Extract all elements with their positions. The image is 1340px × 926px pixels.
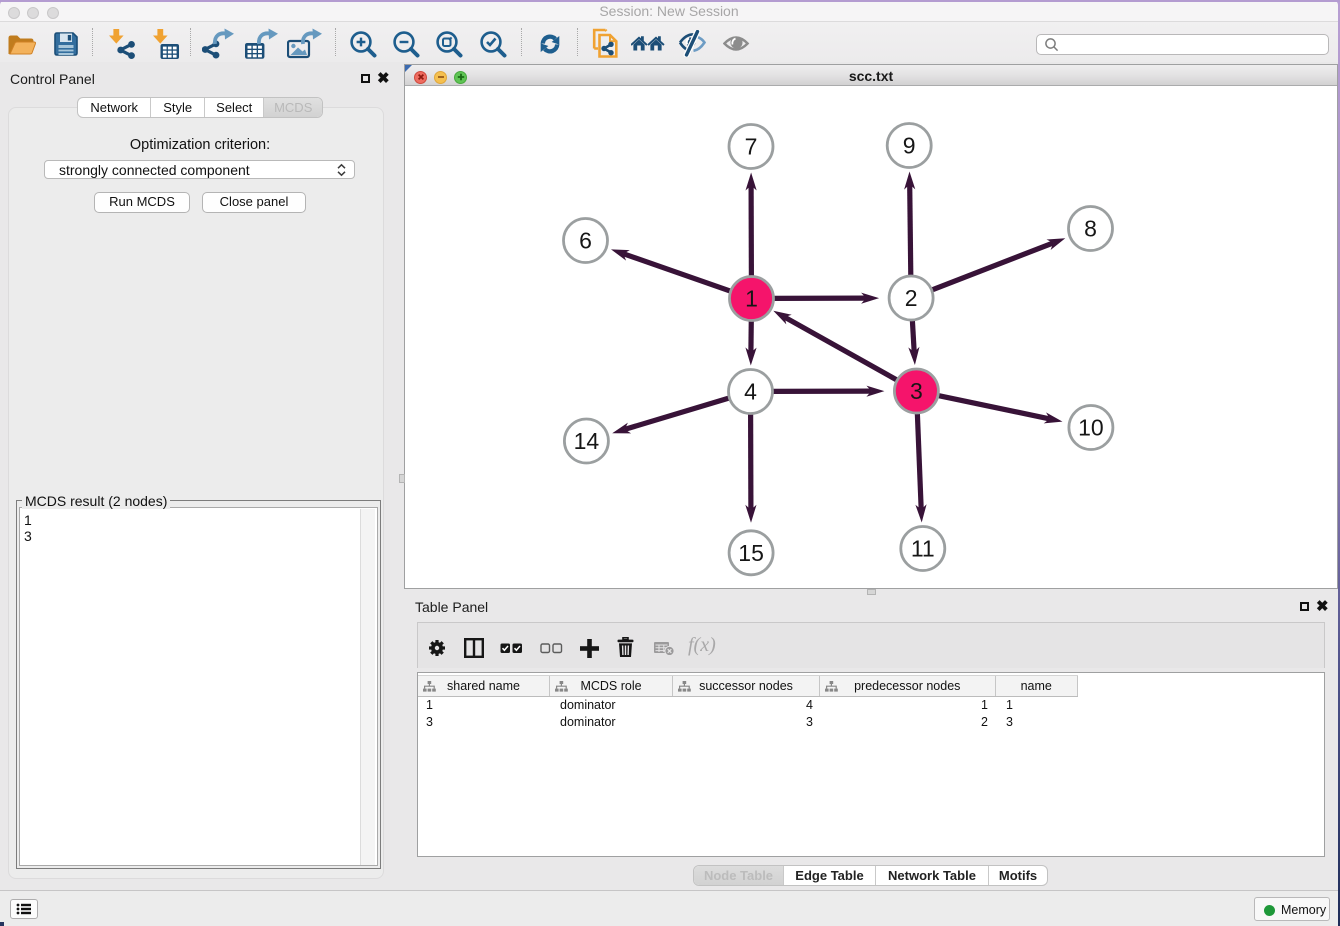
svg-text:1: 1 — [745, 285, 758, 311]
svg-text:15: 15 — [738, 539, 764, 565]
svg-text:4: 4 — [744, 378, 757, 404]
svg-text:11: 11 — [910, 535, 934, 561]
svg-text:3: 3 — [910, 378, 923, 404]
svg-text:9: 9 — [902, 132, 915, 158]
svg-text:10: 10 — [1078, 414, 1104, 440]
svg-text:8: 8 — [1084, 215, 1097, 241]
svg-text:6: 6 — [579, 227, 592, 253]
svg-text:14: 14 — [573, 428, 599, 454]
svg-text:2: 2 — [904, 285, 917, 311]
svg-text:7: 7 — [744, 133, 757, 159]
